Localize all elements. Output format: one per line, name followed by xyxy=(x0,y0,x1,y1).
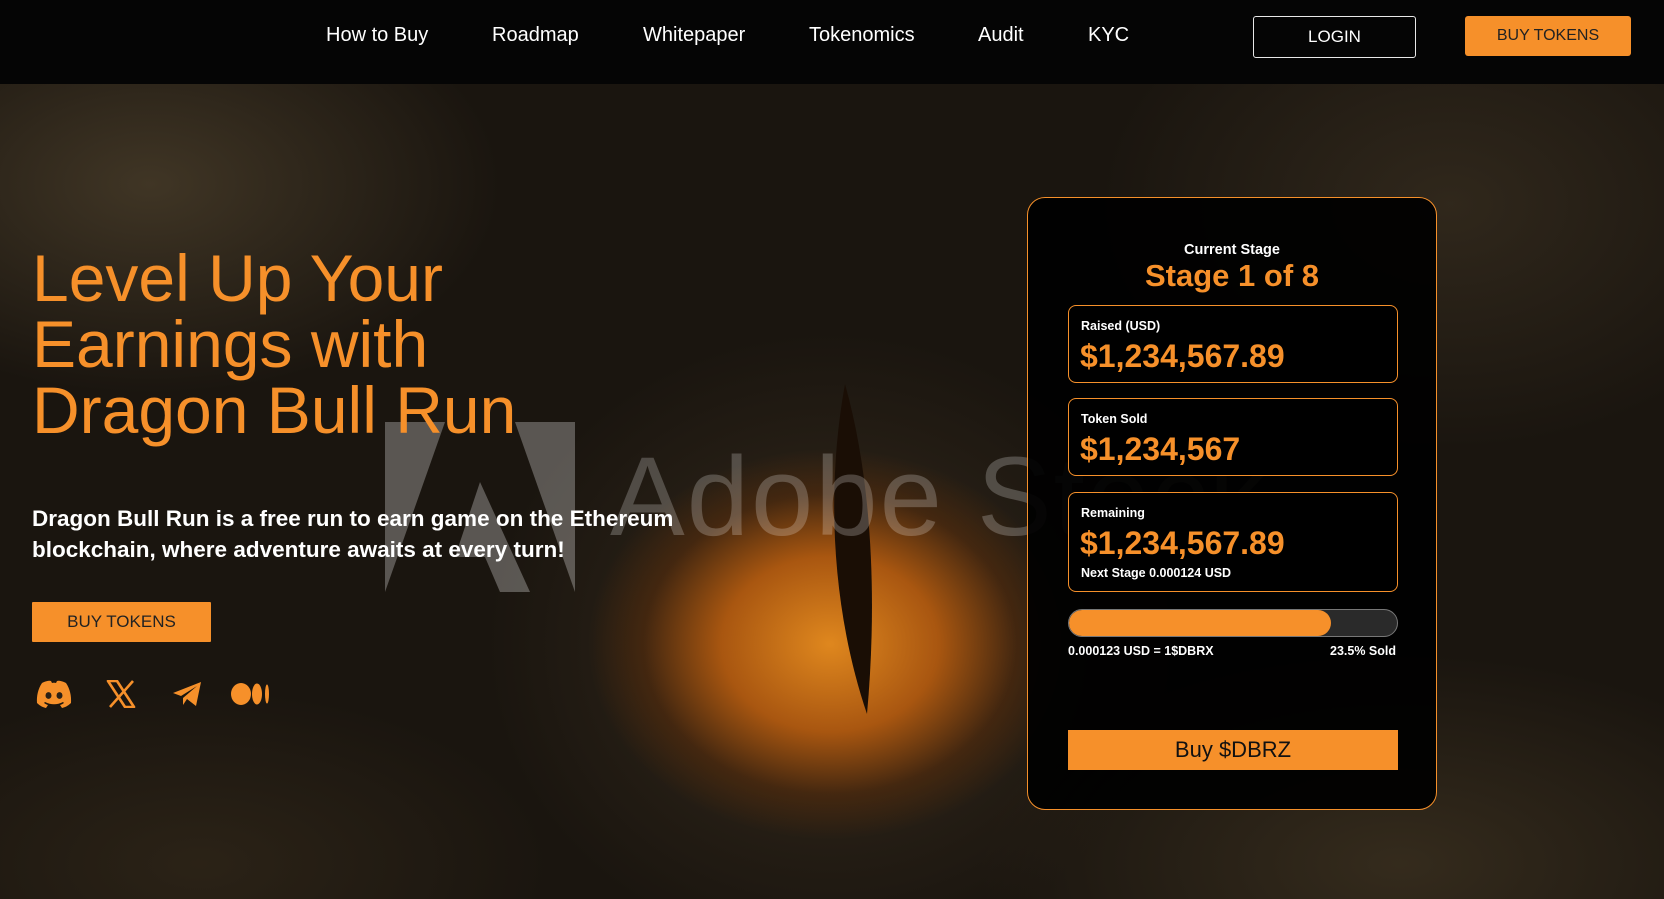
telegram-icon[interactable] xyxy=(167,676,207,712)
buy-tokens-hero-button[interactable]: BUY TOKENS xyxy=(32,602,211,642)
hero-description: Dragon Bull Run is a free run to earn ga… xyxy=(32,506,674,562)
buy-tokens-nav-button[interactable]: BUY TOKENS xyxy=(1465,16,1631,56)
x-icon[interactable] xyxy=(101,676,141,712)
discord-icon[interactable] xyxy=(34,676,74,712)
nav-link-kyc[interactable]: KYC xyxy=(1088,24,1129,47)
raised-box: Raised (USD) $1,234,567.89 xyxy=(1068,305,1398,383)
remaining-value: $1,234,567.89 xyxy=(1080,525,1285,561)
current-stage-value: Stage 1 of 8 xyxy=(1145,258,1319,293)
sold-percent: 23.5% Sold xyxy=(1330,644,1396,658)
remaining-label: Remaining xyxy=(1081,506,1145,520)
token-rate: 0.000123 USD = 1$DBRX xyxy=(1068,644,1214,658)
login-button[interactable]: LOGIN xyxy=(1253,16,1416,58)
raised-label: Raised (USD) xyxy=(1081,319,1161,333)
hero-section: Adobe Stock Level Up Your Earnings with … xyxy=(0,84,1664,899)
token-sold-box: Token Sold $1,234,567 xyxy=(1068,398,1398,476)
token-sold-value: $1,234,567 xyxy=(1080,431,1241,467)
token-sold-label: Token Sold xyxy=(1081,412,1148,426)
medium-icon[interactable] xyxy=(231,676,271,712)
nav-link-whitepaper[interactable]: Whitepaper xyxy=(643,24,745,47)
nav-link-how-to-buy[interactable]: How to Buy xyxy=(326,24,428,47)
remaining-box: Remaining $1,234,567.89 Next Stage 0.000… xyxy=(1068,492,1398,592)
nav-link-tokenomics[interactable]: Tokenomics xyxy=(809,24,915,47)
hero-title: Level Up Your Earnings with Dragon Bull … xyxy=(32,241,517,447)
buy-dbrz-button[interactable]: Buy $DBRZ xyxy=(1068,730,1398,770)
sale-progress-bar xyxy=(1068,609,1398,637)
nav-link-audit[interactable]: Audit xyxy=(978,24,1024,47)
current-stage-label: Current Stage xyxy=(1184,242,1280,258)
presale-card: Current Stage Stage 1 of 8 Raised (USD) … xyxy=(1027,197,1437,810)
sale-progress-fill xyxy=(1069,610,1332,636)
top-navbar: How to Buy Roadmap Whitepaper Tokenomics… xyxy=(0,0,1664,84)
raised-value: $1,234,567.89 xyxy=(1080,338,1285,374)
next-stage-price: Next Stage 0.000124 USD xyxy=(1081,566,1232,580)
nav-link-roadmap[interactable]: Roadmap xyxy=(492,24,579,47)
